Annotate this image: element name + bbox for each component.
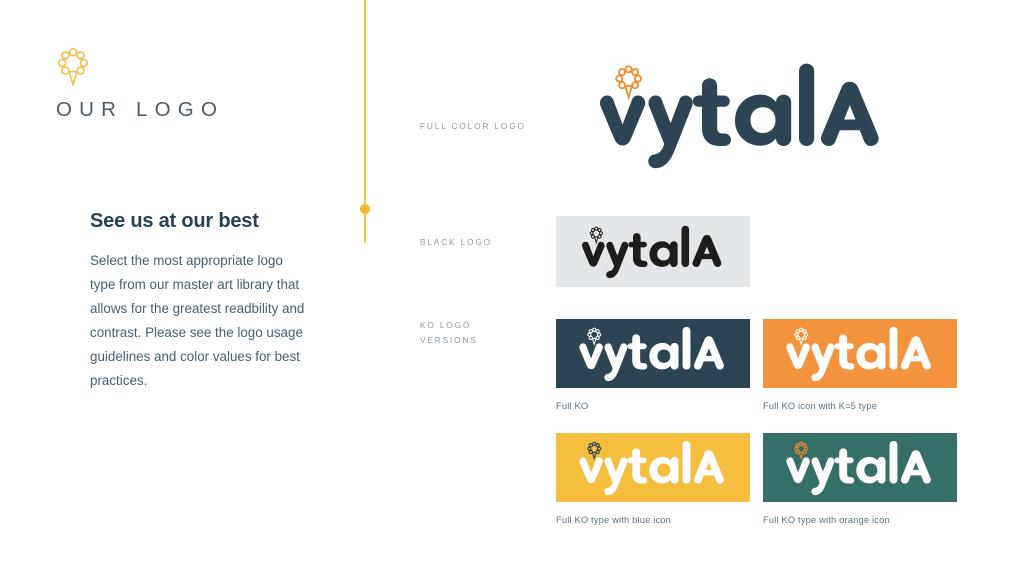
vytala-logo-black <box>582 225 722 278</box>
slide-header-logo: OUR LOGO <box>56 46 316 122</box>
section-label-full-color: FULL COLOR LOGO <box>420 121 526 131</box>
vytala-logo-ko-white <box>579 326 724 381</box>
copy-body: Select the most appropriate logo type fr… <box>90 253 305 388</box>
vytala-logo-ko-white-orange-icon <box>786 440 931 495</box>
section-label-ko: KO LOGO VERSIONS <box>420 320 478 345</box>
section-label-black: BLACK LOGO <box>420 237 492 247</box>
logo-swatch-full-color <box>596 62 888 170</box>
logo-swatch-ko-orange <box>763 319 957 388</box>
intro-copy-block: See us at our best Select the most appro… <box>90 209 305 393</box>
page-title: OUR LOGO <box>56 98 225 121</box>
vytala-blossom-icon <box>57 47 89 88</box>
vytala-logo-ko-white-orange-bg <box>786 326 931 381</box>
swatch-caption-ko-yellow: Full KO type with blue icon <box>556 514 672 525</box>
logo-swatch-black <box>556 216 750 287</box>
logo-swatch-ko-yellow <box>556 433 750 502</box>
swatch-caption-ko-dark: Full KO <box>556 400 589 411</box>
swatch-caption-ko-orange: Full KO icon with K=5 type <box>763 400 878 411</box>
vytala-logo-ko-white-blue-icon <box>579 440 724 495</box>
swatch-caption-ko-teal: Full KO type with orange icon <box>763 514 890 525</box>
logo-swatch-ko-teal <box>763 433 957 502</box>
copy-heading: See us at our best <box>90 210 259 232</box>
divider-dot <box>360 204 370 214</box>
logo-swatch-ko-dark <box>556 319 750 388</box>
vytala-logo-full-color <box>600 63 879 169</box>
